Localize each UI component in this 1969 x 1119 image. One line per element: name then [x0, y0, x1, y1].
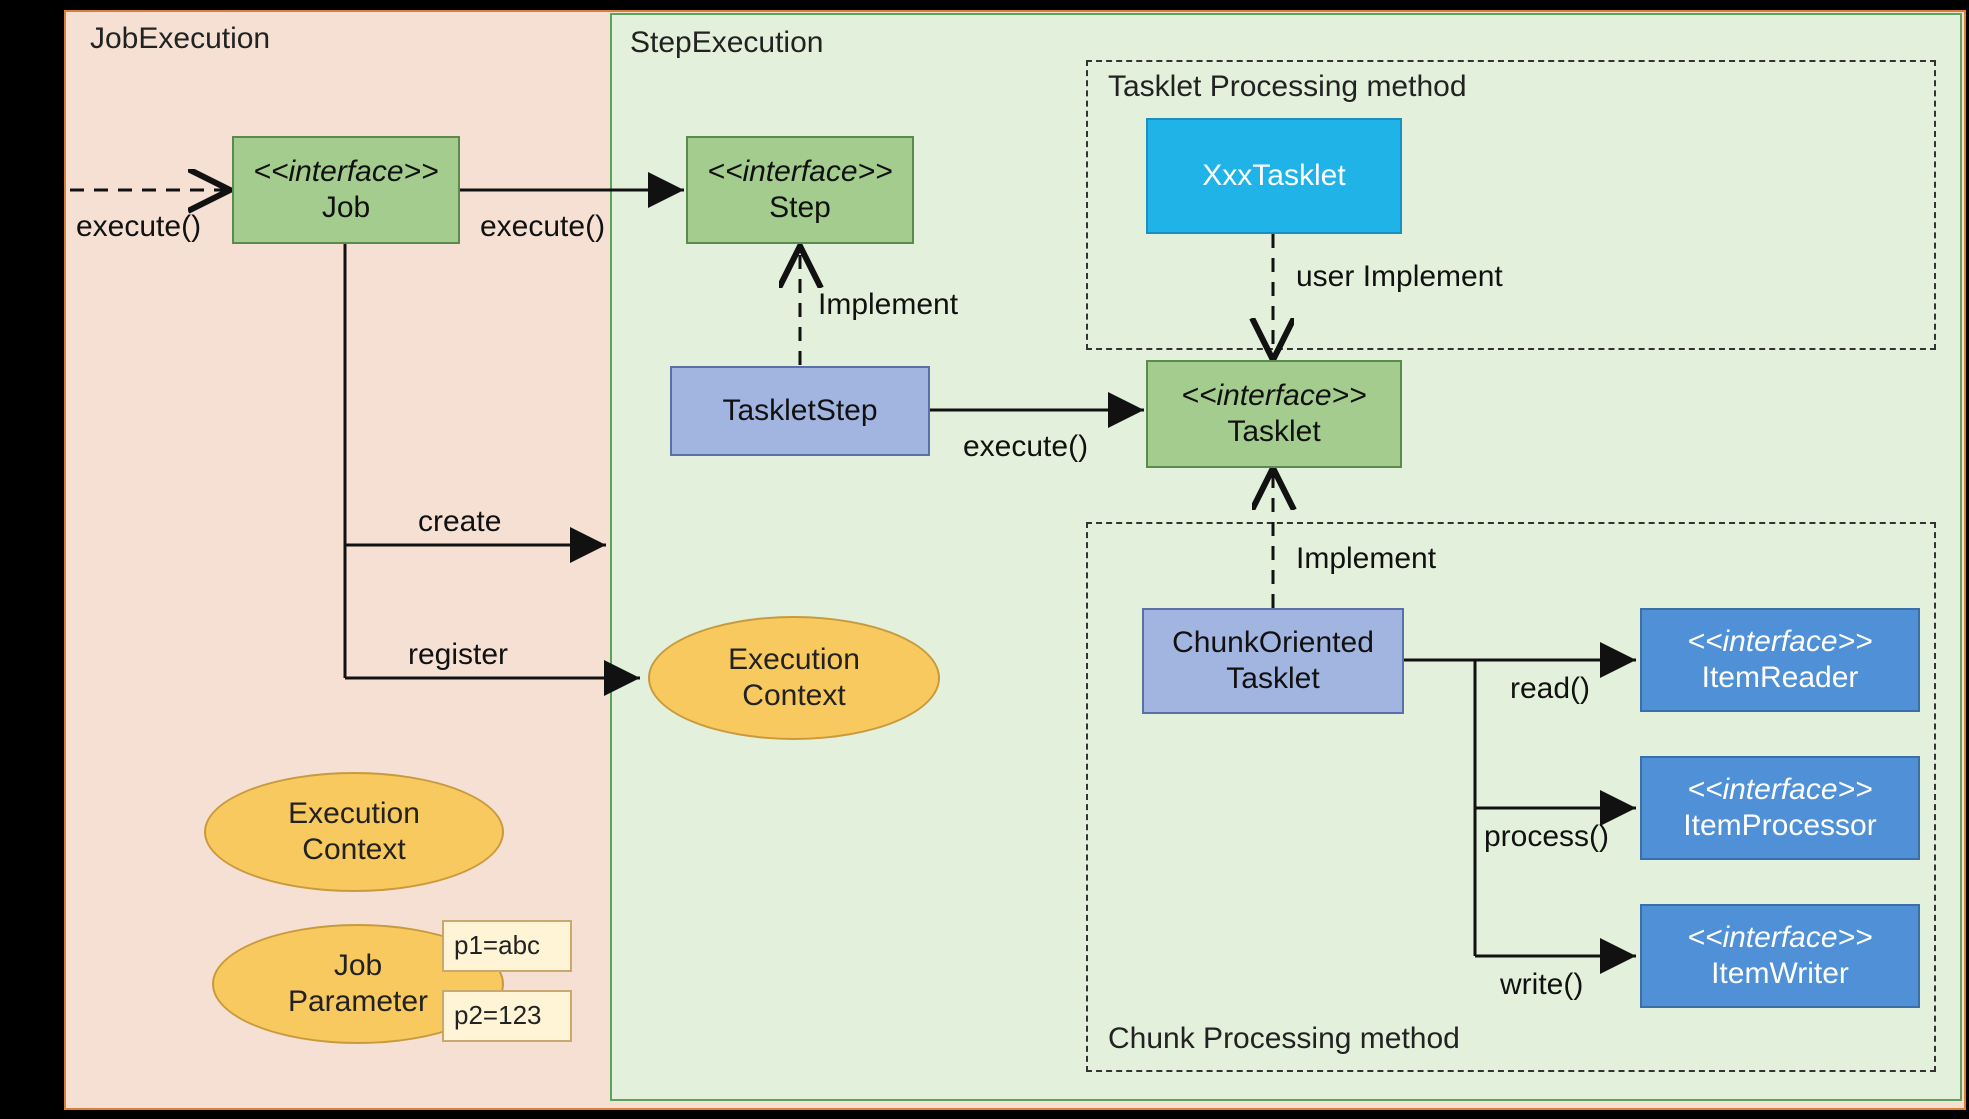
jp-l2: Parameter — [288, 984, 428, 1020]
ec-job-l2: Context — [302, 832, 405, 868]
chunk-method-title: Chunk Processing method — [1108, 1022, 1460, 1056]
tasklet-name: Tasklet — [1227, 414, 1320, 450]
chunk-oriented-tasklet-name: ChunkOriented Tasklet — [1172, 625, 1374, 697]
item-writer-node: <<interface>> ItemWriter — [1640, 904, 1920, 1008]
step-interface-node: <<interface>> Step — [686, 136, 914, 244]
tasklet-stereotype: <<interface>> — [1181, 378, 1366, 414]
p1-text: p1=abc — [454, 930, 540, 961]
step-name: Step — [769, 190, 831, 226]
execute-job-label: execute() — [76, 210, 201, 244]
job-interface-node: <<interface>> Job — [232, 136, 460, 244]
param-p2-note: p2=123 — [442, 990, 572, 1042]
item-reader-name: ItemReader — [1702, 660, 1859, 696]
param-p1-note: p1=abc — [442, 920, 572, 972]
item-processor-name: ItemProcessor — [1683, 808, 1876, 844]
register-label: register — [408, 638, 508, 672]
xxx-tasklet-node: XxxTasklet — [1146, 118, 1402, 234]
job-stereotype: <<interface>> — [253, 154, 438, 190]
jp-l1: Job — [334, 948, 382, 984]
create-label: create — [418, 505, 501, 539]
ec-job-l1: Execution — [288, 796, 420, 832]
ec-step-l1: Execution — [728, 642, 860, 678]
tasklet-method-title: Tasklet Processing method — [1108, 70, 1467, 104]
item-processor-stereotype: <<interface>> — [1687, 772, 1872, 808]
ec-step-l2: Context — [742, 678, 845, 714]
item-writer-name: ItemWriter — [1711, 956, 1849, 992]
p2-text: p2=123 — [454, 1000, 541, 1031]
tasklet-step-name: TaskletStep — [722, 393, 877, 429]
read-label: read() — [1510, 672, 1590, 706]
implement-step-label: Implement — [818, 288, 958, 322]
item-reader-stereotype: <<interface>> — [1687, 624, 1872, 660]
tasklet-interface-node: <<interface>> Tasklet — [1146, 360, 1402, 468]
item-reader-node: <<interface>> ItemReader — [1640, 608, 1920, 712]
execute-tasklet-label: execute() — [963, 430, 1088, 464]
chunk-oriented-tasklet-node: ChunkOriented Tasklet — [1142, 608, 1404, 714]
execute-step-label: execute() — [480, 210, 605, 244]
tasklet-step-node: TaskletStep — [670, 366, 930, 456]
job-execution-title: JobExecution — [90, 22, 270, 56]
execution-context-job-node: Execution Context — [204, 772, 504, 892]
job-name: Job — [322, 190, 370, 226]
implement-tasklet-label: Implement — [1296, 542, 1436, 576]
xxx-tasklet-name: XxxTasklet — [1202, 158, 1345, 194]
user-implement-label: user Implement — [1296, 260, 1503, 294]
step-stereotype: <<interface>> — [707, 154, 892, 190]
item-processor-node: <<interface>> ItemProcessor — [1640, 756, 1920, 860]
write-label: write() — [1500, 968, 1583, 1002]
step-execution-title: StepExecution — [630, 26, 823, 60]
item-writer-stereotype: <<interface>> — [1687, 920, 1872, 956]
execution-context-step-node: Execution Context — [648, 616, 940, 740]
process-label: process() — [1484, 820, 1609, 854]
